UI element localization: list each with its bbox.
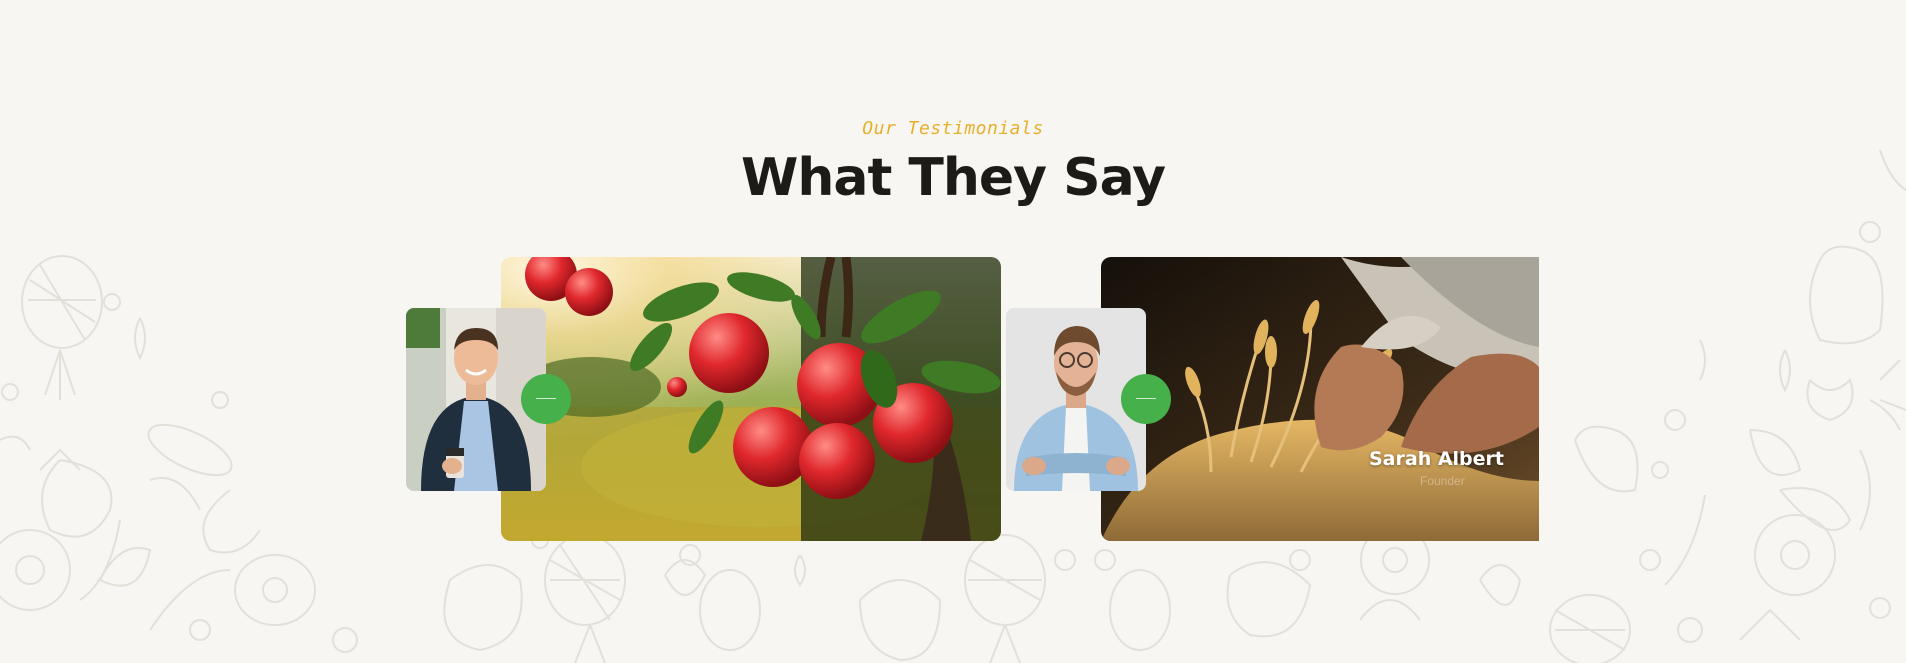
section-eyebrow: Our Testimonials	[862, 118, 1044, 139]
section-title: What They Say	[740, 148, 1166, 208]
testimonial-image-apples	[501, 257, 1001, 541]
testimonial-play-button-1[interactable]	[521, 374, 571, 424]
testimonial-play-button-2[interactable]	[1121, 374, 1171, 424]
testimonial-author-name: Sarah Albert	[1369, 448, 1504, 470]
testimonial-author-role: Founder	[1420, 474, 1465, 488]
